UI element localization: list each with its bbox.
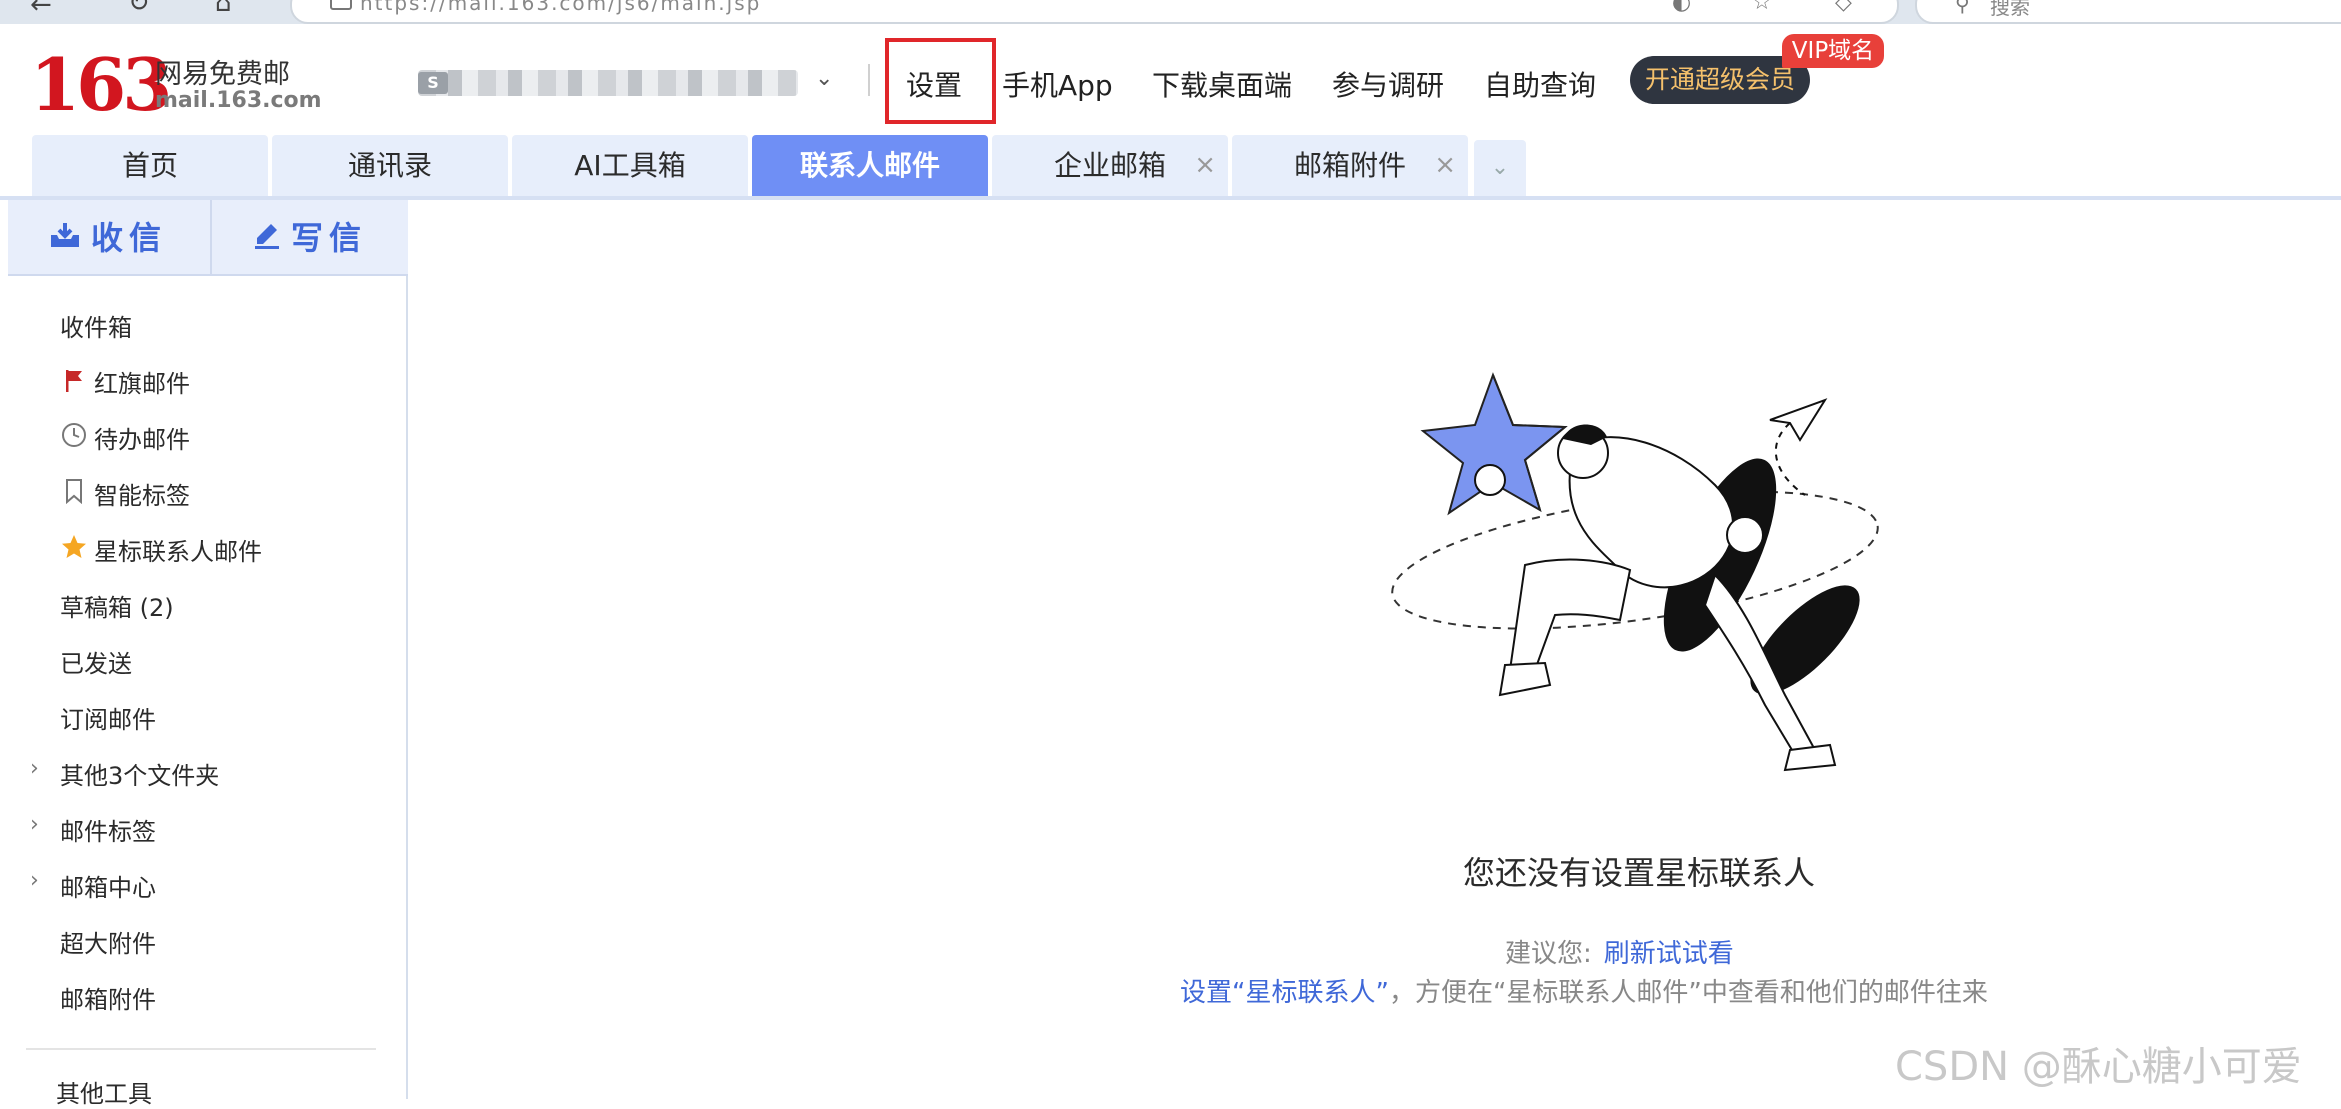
survey-link[interactable]: 参与调研: [1332, 64, 1444, 104]
extension-icon[interactable]: ◇: [1835, 0, 1852, 15]
tab-label: 联系人邮件: [799, 149, 940, 182]
vip-domain-badge[interactable]: VIP域名: [1782, 34, 1884, 68]
chevron-right-icon[interactable]: ›: [30, 812, 39, 837]
tab-contacts[interactable]: 通讯录: [272, 135, 508, 196]
suggestion-label: 建议您:: [1505, 939, 1592, 969]
tip-row: 设置“星标联系人”，方便在“星标联系人邮件”中查看和他们的邮件往来: [1180, 972, 1988, 1009]
back-icon[interactable]: ←: [30, 0, 52, 20]
tab-more-chevron-icon[interactable]: ⌄: [1474, 140, 1526, 196]
tab-home[interactable]: 首页: [32, 135, 268, 196]
receive-mail-button[interactable]: 收信: [8, 200, 208, 276]
close-icon[interactable]: ×: [1194, 135, 1216, 196]
folder-label: 邮箱中心: [60, 874, 156, 902]
tab-label: AI工具箱: [574, 149, 686, 182]
compose-label: 写信: [290, 219, 367, 257]
suggestion-row: 建议您: 刷新试试看: [1505, 933, 1734, 970]
pencil-icon: [253, 200, 281, 276]
set-starred-contacts-link[interactable]: 设置“星标联系人”: [1180, 978, 1389, 1008]
tab-contact-mail[interactable]: 联系人邮件: [752, 135, 988, 196]
tab-label: 邮箱附件: [1293, 149, 1406, 182]
folder-inbox[interactable]: 收件箱: [60, 308, 132, 343]
account-badge: S: [418, 72, 448, 94]
chevron-right-icon[interactable]: ›: [30, 868, 39, 893]
tab-label: 企业邮箱: [1053, 149, 1166, 182]
page-info-icon[interactable]: [330, 0, 352, 10]
inbox-download-icon: [49, 200, 81, 276]
folder-large-attachments[interactable]: 超大附件: [60, 924, 156, 959]
person-with-star-illustration: [1391, 372, 1879, 772]
browser-search-placeholder: 搜索: [1990, 0, 2030, 19]
folder-label: 待办邮件: [94, 426, 190, 454]
desktop-download-link[interactable]: 下载桌面端: [1152, 64, 1292, 104]
empty-state-title: 您还没有设置星标联系人: [1463, 854, 1816, 892]
folder-sent[interactable]: 已发送: [60, 644, 132, 679]
folder-other-folders[interactable]: 其他3个文件夹: [60, 756, 219, 791]
red-flag-icon: [60, 368, 88, 398]
folder-label: 邮箱附件: [60, 986, 156, 1014]
folder-mail-center[interactable]: 邮箱中心: [60, 868, 156, 903]
tab-ai-toolbox[interactable]: AI工具箱: [512, 135, 748, 196]
folder-drafts[interactable]: 草稿箱 (2): [60, 588, 174, 623]
folder-red-flag[interactable]: 红旗邮件: [60, 364, 190, 399]
folder-label: 已发送: [60, 650, 132, 678]
browser-search-box[interactable]: [1915, 0, 2341, 24]
folder-label: 邮件标签: [60, 818, 156, 846]
tab-mail-attachments[interactable]: 邮箱附件 ×: [1232, 135, 1468, 196]
folder-label: 智能标签: [94, 482, 190, 510]
logo-text: 网易免费邮: [155, 59, 290, 90]
close-icon[interactable]: ×: [1434, 135, 1456, 196]
header-divider: [868, 64, 870, 96]
sidebar-divider: [26, 1048, 376, 1050]
folder-todo[interactable]: 待办邮件: [60, 420, 190, 455]
folder-label: 收件箱: [60, 314, 132, 342]
translate-icon[interactable]: ◐: [1672, 0, 1691, 15]
tab-label: 通讯录: [347, 149, 432, 182]
folder-label: 订阅邮件: [60, 706, 156, 734]
other-tools-label: 其他工具: [56, 1080, 152, 1108]
tab-label: 首页: [121, 149, 178, 182]
folder-smart-tags[interactable]: 智能标签: [60, 476, 190, 511]
other-tools[interactable]: 其他工具: [56, 1074, 152, 1109]
self-query-link[interactable]: 自助查询: [1484, 64, 1596, 104]
watermark: CSDN @酥心糖小可爱: [1895, 1044, 2302, 1090]
favorite-icon[interactable]: ☆: [1752, 0, 1772, 15]
folder-mail-tags[interactable]: 邮件标签: [60, 812, 156, 847]
folder-label: 草稿箱 (2): [60, 594, 174, 622]
account-switcher[interactable]: [418, 70, 798, 96]
bookmark-icon: [60, 478, 88, 510]
chevron-right-icon[interactable]: ›: [30, 756, 39, 781]
folder-mail-attachments[interactable]: 邮箱附件: [60, 980, 156, 1015]
compose-button[interactable]: 写信: [210, 200, 408, 276]
folder-subscriptions[interactable]: 订阅邮件: [60, 700, 156, 735]
logo-163[interactable]: 163: [30, 40, 172, 130]
receive-label: 收信: [90, 219, 167, 257]
tip-text: ，方便在“星标联系人邮件”中查看和他们的邮件往来: [1388, 978, 1988, 1008]
reload-icon[interactable]: ↻: [128, 0, 150, 18]
star-icon: [60, 534, 88, 566]
clock-icon: [60, 422, 88, 454]
folder-label: 其他3个文件夹: [60, 762, 220, 790]
mobile-app-link[interactable]: 手机App: [1002, 64, 1113, 104]
settings-highlight-box: [885, 38, 996, 124]
main-content: [410, 200, 2341, 1099]
folder-label: 超大附件: [60, 930, 156, 958]
folder-starred-contacts[interactable]: 星标联系人邮件: [60, 532, 262, 567]
logo-domain: mail.163.com: [155, 88, 322, 113]
address-text: https://mail.163.com/js6/main.jsp: [360, 0, 762, 15]
home-icon[interactable]: ⌂: [215, 0, 232, 18]
search-icon: ⚲: [1955, 0, 1970, 16]
refresh-link[interactable]: 刷新试试看: [1604, 939, 1734, 969]
folder-label: 星标联系人邮件: [94, 538, 262, 566]
chevron-down-icon[interactable]: ⌄: [815, 66, 833, 91]
folder-label: 红旗邮件: [94, 370, 190, 398]
tab-enterprise-mail[interactable]: 企业邮箱 ×: [992, 135, 1228, 196]
